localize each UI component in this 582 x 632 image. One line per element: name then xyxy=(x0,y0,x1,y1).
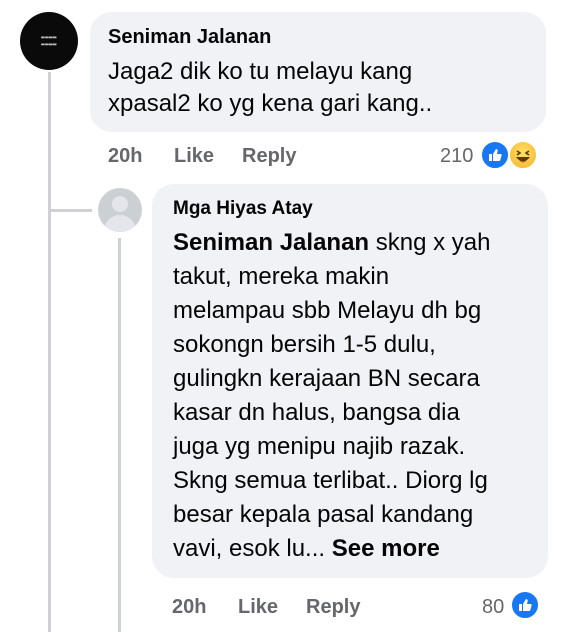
see-more-link[interactable]: See more xyxy=(332,535,440,562)
haha-icon[interactable] xyxy=(508,140,538,170)
reply-bubble: Mga Hiyas Atay Seniman Jalanan skng x ya… xyxy=(152,184,548,578)
reply-text-line: gulingkn kerajaan BN secara xyxy=(173,365,480,392)
comment-like-button[interactable]: Like xyxy=(174,145,214,168)
reply-text-line: juga yg menipu najib razak. xyxy=(173,433,466,460)
comment-reply-button[interactable]: Reply xyxy=(242,145,296,168)
avatar[interactable] xyxy=(98,188,142,232)
mention-link[interactable]: Seniman Jalanan xyxy=(173,229,369,256)
like-icon[interactable] xyxy=(510,590,540,620)
reply-text-line: vavi, esok lu... xyxy=(173,535,332,562)
reply-text-line: takut, mereka makin xyxy=(173,263,390,290)
comment-bubble: Seniman Jalanan Jaga2 dik ko tu melayu k… xyxy=(90,12,546,132)
reply-text: Seniman Jalanan skng x yah takut, mereka… xyxy=(173,226,543,566)
reply-text-line: sokongn bersih 1-5 dulu, xyxy=(173,331,436,358)
reply-text-line: besar kepala pasal kandang xyxy=(173,501,474,528)
comment-text-line: xpasal2 ko yg kena gari kang.. xyxy=(108,90,433,117)
avatar[interactable]: ▬▬▬▬ ▬▬▬▬ xyxy=(20,12,78,70)
reply-like-button[interactable]: Like xyxy=(238,596,278,619)
default-avatar-icon xyxy=(112,196,128,212)
comment-text: Jaga2 dik ko tu melayu kang xpasal2 ko y… xyxy=(108,56,538,120)
reply-text-line: kasar dn halus, bangsa dia xyxy=(173,399,460,426)
comment-author[interactable]: Seniman Jalanan xyxy=(108,26,271,49)
reply-time[interactable]: 20h xyxy=(172,596,206,619)
like-icon[interactable] xyxy=(480,140,510,170)
thread-line-main xyxy=(48,72,51,632)
reply-text-line: melampau sbb Melayu dh bg xyxy=(173,297,482,324)
comment-time[interactable]: 20h xyxy=(108,145,142,168)
reply-reply-button[interactable]: Reply xyxy=(306,596,360,619)
thread-line-reply xyxy=(118,238,121,632)
thread-line-branch xyxy=(48,209,92,212)
reply-text-line: skng x yah xyxy=(369,229,491,256)
reply-author[interactable]: Mga Hiyas Atay xyxy=(173,198,313,220)
reply-reaction-count[interactable]: 80 xyxy=(482,596,504,619)
reply-text-line: Skng semua terlibat.. Diorg lg xyxy=(173,467,488,494)
page-logo-icon: ▬▬▬▬ ▬▬▬▬ xyxy=(41,34,57,48)
comment-reaction-count[interactable]: 210 xyxy=(440,145,473,168)
comment-text-line: Jaga2 dik ko tu melayu kang xyxy=(108,58,413,85)
